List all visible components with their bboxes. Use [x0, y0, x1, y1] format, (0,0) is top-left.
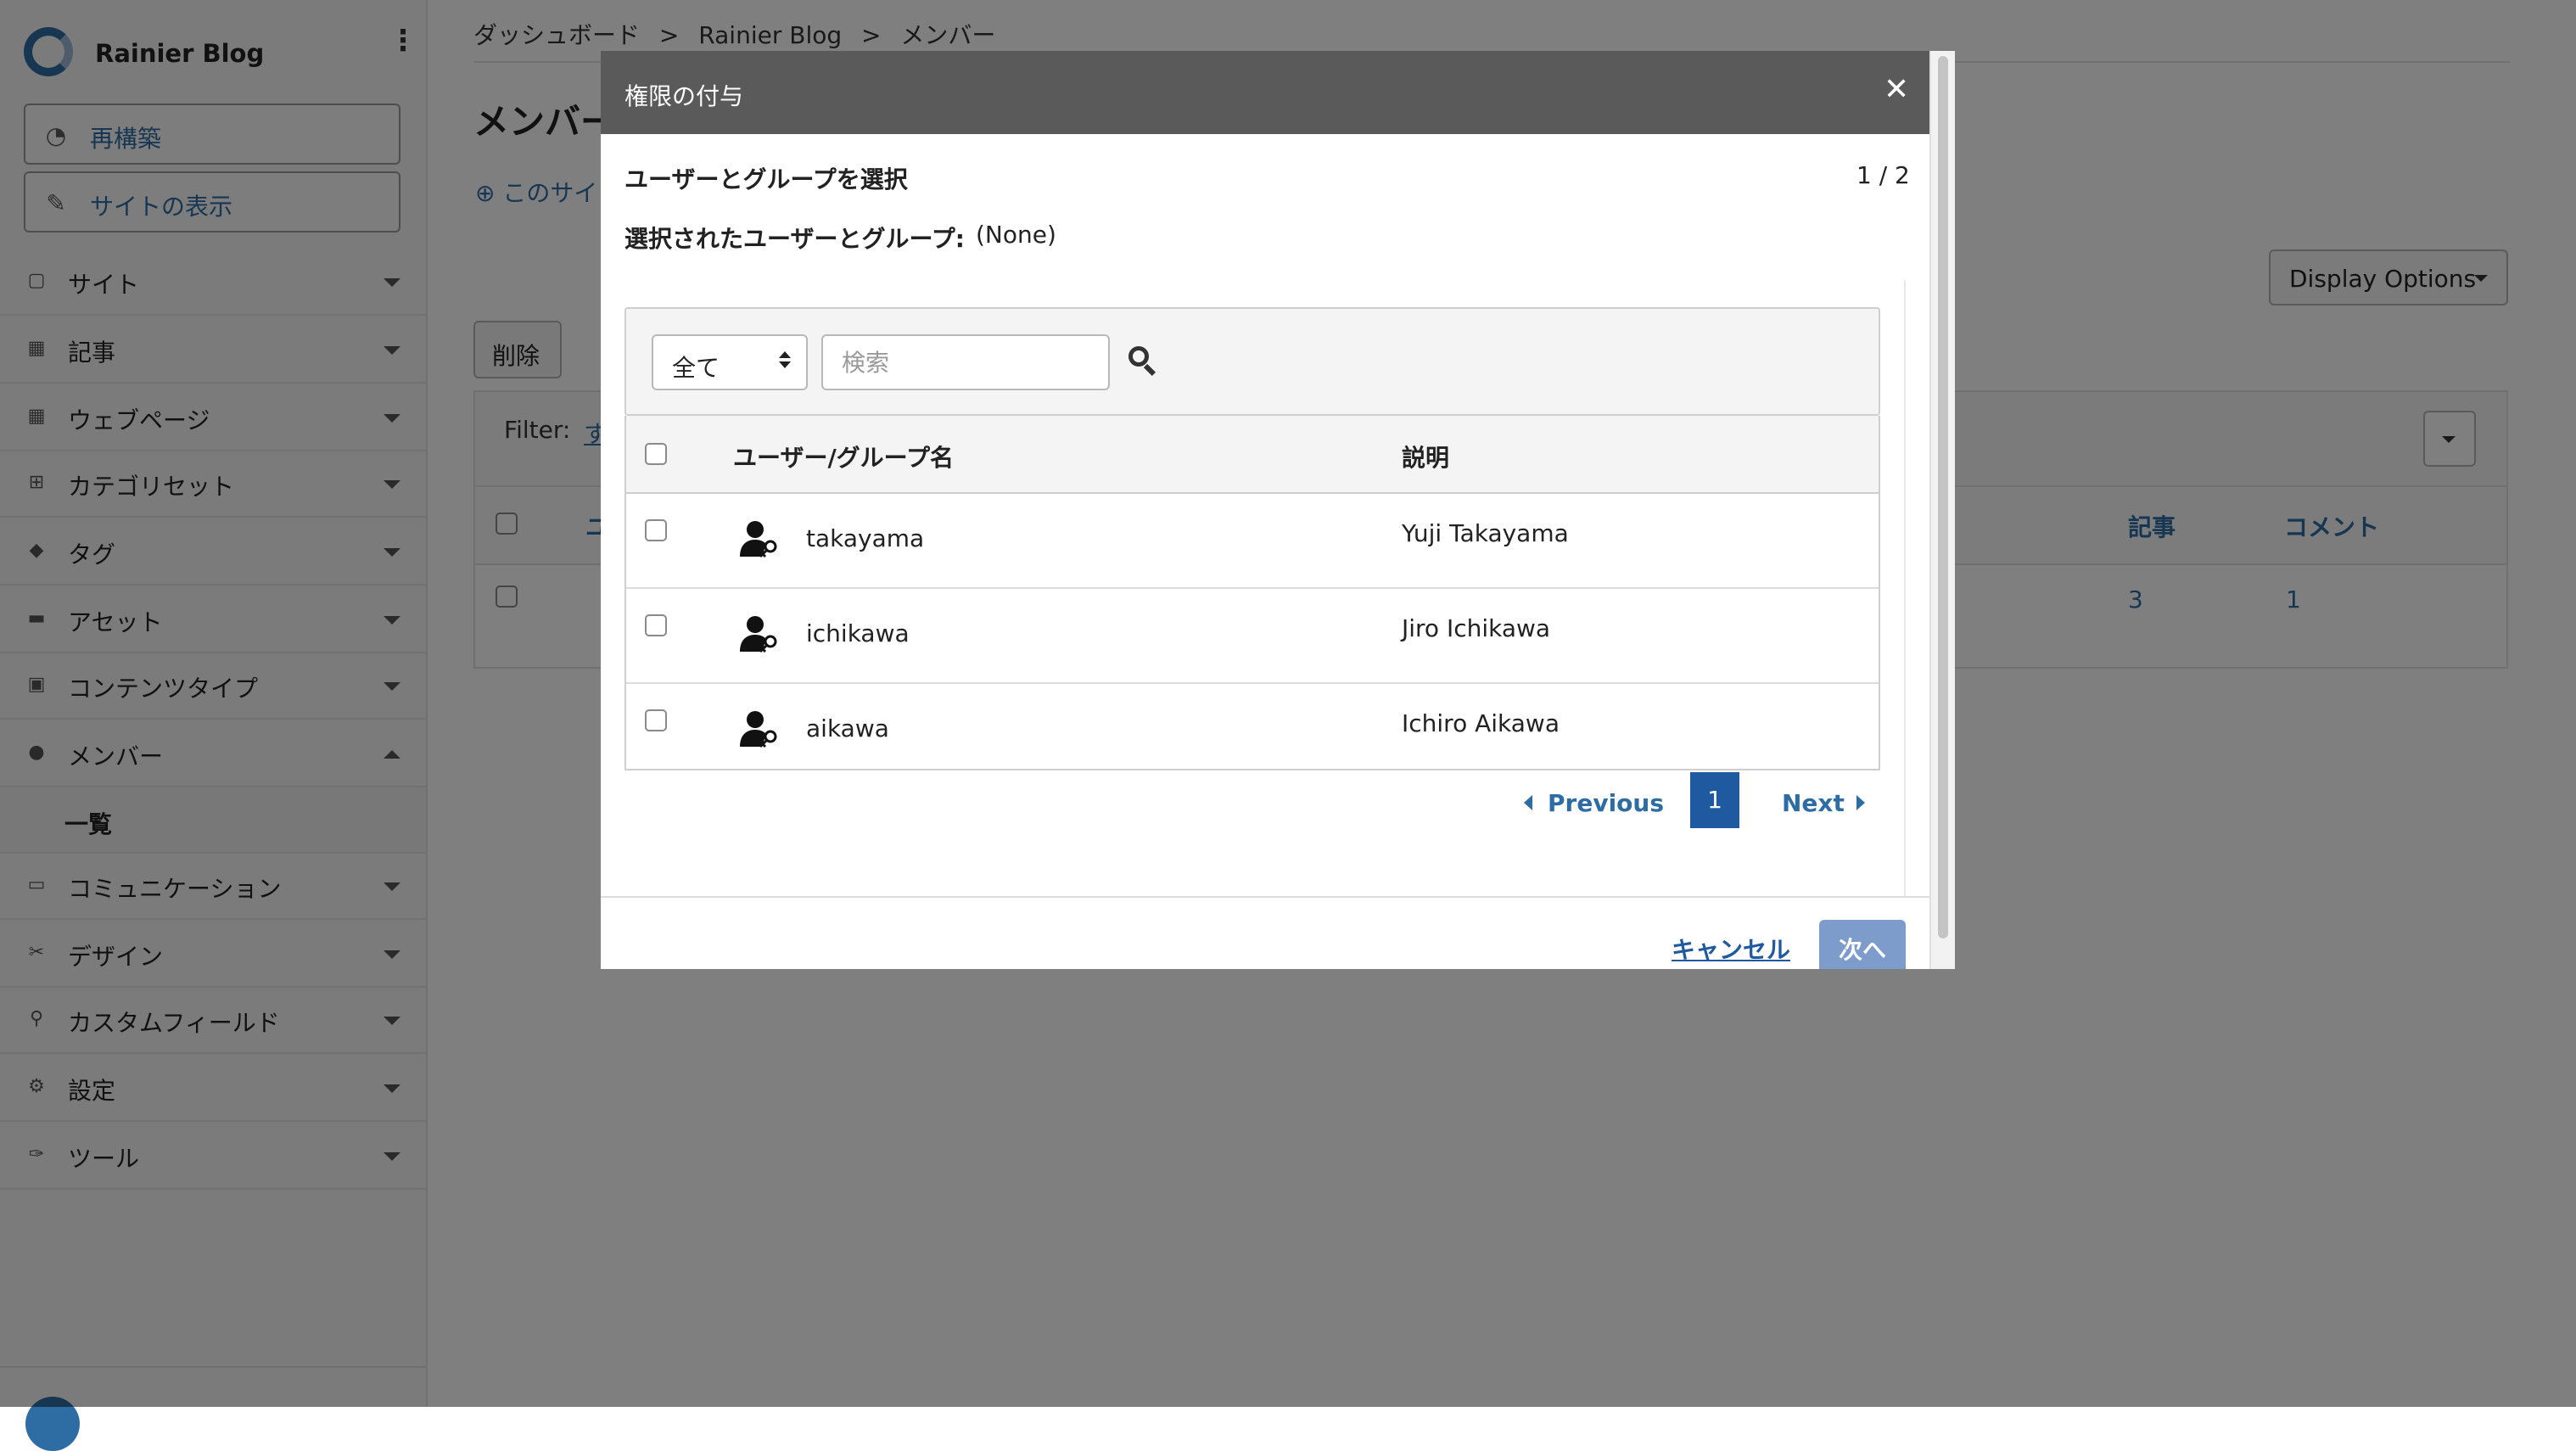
user-key-icon — [740, 711, 777, 748]
user-name: ichikawa — [806, 619, 910, 647]
dialog-footer: キャンセル 次へ — [601, 896, 1929, 969]
table-row[interactable]: ichikawa Jiro Ichikawa — [626, 589, 1879, 684]
table-row[interactable]: takayama Yuji Takayama — [626, 494, 1879, 589]
user-group-table: ユーザー/グループ名 説明 takayama Yuji Takayama ich — [624, 416, 1880, 770]
previous-page-link[interactable]: Previous — [1524, 789, 1664, 817]
dialog-header: 権限の付与 ✕ — [601, 51, 1929, 134]
next-label: Next — [1782, 789, 1845, 817]
column-header-description: 説明 — [1402, 444, 1450, 472]
user-key-icon — [740, 616, 777, 653]
table-row[interactable]: aikawa Ichiro Aikawa — [626, 684, 1879, 769]
next-page-link[interactable]: Next — [1782, 789, 1865, 817]
search-icon[interactable] — [1125, 343, 1164, 382]
user-name: aikawa — [806, 714, 889, 742]
row-checkbox[interactable] — [645, 519, 667, 541]
next-button[interactable]: 次へ — [1819, 920, 1906, 969]
close-icon[interactable]: ✕ — [1884, 73, 1909, 107]
current-page-button[interactable]: 1 — [1690, 772, 1739, 828]
user-description: Jiro Ichikawa — [1402, 614, 1551, 642]
step-title: ユーザーとグループを選択 — [624, 165, 908, 193]
selected-value: (None) — [976, 221, 1056, 249]
selected-label: 選択されたユーザーとグループ: — [624, 225, 965, 253]
column-header-name: ユーザー/グループ名 — [733, 444, 954, 472]
user-key-icon — [740, 521, 777, 558]
scrollbar-thumb[interactable] — [1938, 56, 1948, 938]
type-filter-select[interactable]: 全て — [652, 334, 808, 390]
select-arrows-icon — [779, 351, 791, 368]
pagination: Previous 1 Next — [601, 770, 1904, 838]
dialog-scrollbar[interactable] — [1929, 51, 1955, 969]
previous-label: Previous — [1548, 789, 1665, 817]
search-panel: 全て — [624, 307, 1880, 416]
step-counter: 1 / 2 — [1856, 161, 1910, 189]
grant-permission-dialog: 権限の付与 ✕ ユーザーとグループを選択 1 / 2 選択されたユーザーとグルー… — [601, 51, 1955, 969]
table-header: ユーザー/グループ名 説明 — [626, 416, 1879, 494]
row-checkbox[interactable] — [645, 709, 667, 731]
caret-right-icon — [1856, 795, 1865, 810]
row-checkbox[interactable] — [645, 614, 667, 636]
caret-left-icon — [1524, 795, 1532, 810]
user-name: takayama — [806, 524, 925, 552]
select-all-checkbox[interactable] — [645, 443, 667, 465]
type-filter-value: 全て — [672, 354, 720, 382]
search-input[interactable] — [821, 334, 1110, 390]
next-button-label: 次へ — [1838, 936, 1886, 964]
inner-scroll-track — [1904, 280, 1929, 896]
dialog-title: 権限の付与 — [624, 82, 744, 110]
cancel-button[interactable]: キャンセル — [1672, 932, 1790, 966]
user-description: Yuji Takayama — [1402, 519, 1569, 547]
user-description: Ichiro Aikawa — [1402, 709, 1560, 737]
